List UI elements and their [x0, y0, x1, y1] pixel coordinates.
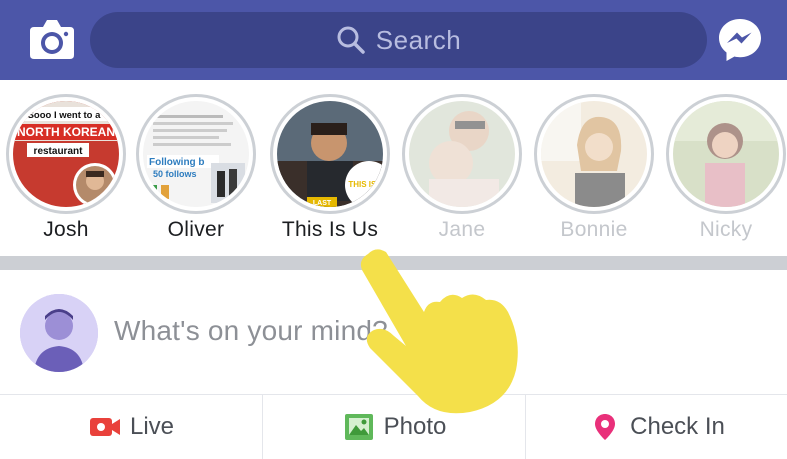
story-ring: Following b 50 follows — [136, 94, 256, 214]
stories-row: Sooo I went to a NORTH KOREAN restaurant… — [0, 80, 787, 256]
live-button[interactable]: Live — [0, 395, 262, 459]
story-caption-2: 50 follows — [153, 169, 197, 179]
live-label: Live — [129, 413, 175, 440]
story-bonnie[interactable]: Bonnie — [532, 94, 656, 254]
story-name: Nicky — [699, 218, 753, 241]
check-in-label: Check In — [630, 413, 725, 440]
story-jane[interactable]: Jane — [400, 94, 524, 254]
story-ring: THIS IS US LAST — [270, 94, 390, 214]
composer-input[interactable]: What's on your mind? — [114, 315, 388, 347]
story-josh[interactable]: Sooo I went to a NORTH KOREAN restaurant… — [4, 94, 128, 254]
story-ring — [402, 94, 522, 214]
messenger-button[interactable] — [715, 15, 765, 65]
story-ring — [534, 94, 654, 214]
location-pin-icon — [595, 414, 616, 440]
story-caption-2: NORTH KOREAN — [17, 125, 115, 139]
photo-icon — [344, 414, 373, 440]
camera-icon — [30, 20, 74, 59]
photo-button[interactable]: Photo — [262, 395, 526, 459]
story-caption-1: Sooo I went to a — [28, 110, 102, 121]
search-placeholder: Search — [375, 24, 462, 55]
story-caption-1: Following b — [149, 157, 205, 168]
search-bar[interactable]: Search — [90, 12, 707, 68]
top-navigation-bar: Search — [0, 0, 787, 80]
story-caption-1: THIS IS US — [348, 180, 383, 189]
photo-label: Photo — [383, 413, 447, 440]
live-video-icon — [89, 418, 120, 436]
story-thumbnail: THIS IS US LAST — [277, 101, 383, 207]
story-thumbnail: Sooo I went to a NORTH KOREAN restaurant — [13, 101, 119, 207]
story-ring — [666, 94, 786, 214]
messenger-icon — [719, 19, 761, 61]
story-nicky[interactable]: Nicky — [664, 94, 787, 254]
story-oliver[interactable]: Following b 50 follows Oliver — [134, 94, 258, 254]
search-icon — [337, 26, 365, 54]
story-thumbnail — [541, 101, 647, 207]
story-caption-3: restaurant — [34, 146, 84, 157]
story-thumbnail: Following b 50 follows — [143, 101, 249, 207]
story-this-is-us[interactable]: THIS IS US LAST This Is Us — [268, 94, 392, 254]
avatar[interactable] — [20, 294, 98, 372]
camera-button[interactable] — [26, 15, 78, 65]
story-ring: Sooo I went to a NORTH KOREAN restaurant — [6, 94, 126, 214]
composer-actions: Live Photo Check In — [0, 395, 787, 459]
check-in-button[interactable]: Check In — [526, 395, 787, 459]
post-composer[interactable]: What's on your mind? — [0, 270, 787, 394]
story-caption-2: LAST — [313, 200, 332, 207]
story-thumbnail — [673, 101, 779, 207]
story-thumbnail — [409, 101, 515, 207]
section-divider — [0, 256, 787, 270]
